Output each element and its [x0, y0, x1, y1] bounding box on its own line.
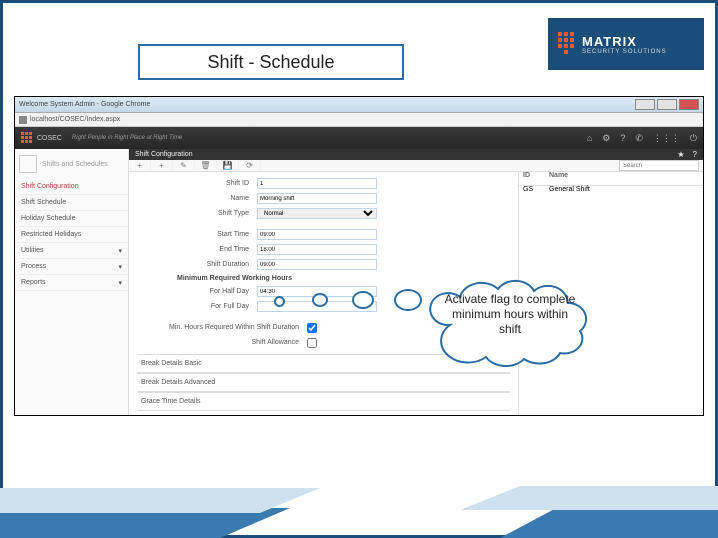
window-title: Welcome System Admin - Google Chrome: [19, 101, 150, 108]
min-hours-flag-checkbox[interactable]: [307, 323, 317, 333]
search-input[interactable]: [619, 160, 699, 171]
window-titlebar: Welcome System Admin - Google Chrome: [15, 97, 703, 113]
help-icon[interactable]: ?: [620, 133, 625, 144]
nav-item-process[interactable]: Process▾: [15, 259, 128, 275]
tagline-text: Right People in Right Place at Right Tim…: [72, 135, 182, 141]
window-maximize-button[interactable]: [657, 99, 677, 110]
grid-icon[interactable]: ⋮⋮⋮: [653, 133, 680, 144]
left-nav: Shifts and Schedules Shift Configuration…: [15, 149, 129, 415]
duration-label: Shift Duration: [137, 261, 257, 268]
end-label: End Time: [137, 246, 257, 253]
edit-button[interactable]: ✎: [173, 161, 195, 170]
end-time-input[interactable]: [257, 244, 377, 255]
flag-label: Min. Hours Required Within Shift Duratio…: [137, 324, 307, 331]
callout-trail-bubble: [274, 296, 285, 307]
half-day-label: For Half Day: [137, 288, 257, 295]
nav-item-shift-schedule[interactable]: Shift Schedule: [15, 195, 128, 211]
nav-item-utilities[interactable]: Utilities▾: [15, 243, 128, 259]
power-icon[interactable]: ⏻: [690, 133, 697, 144]
chevron-down-icon: ▾: [118, 263, 122, 271]
callout: Activate flag to complete minimum hours …: [420, 270, 600, 370]
form-toolbar: + + ✎ 🗑 💾 ⟳: [129, 160, 703, 173]
address-bar[interactable]: localhost/COSEC/Index.aspx: [15, 113, 703, 127]
matrix-mark-icon: [556, 30, 578, 58]
brand-text: COSEC: [37, 135, 62, 142]
col-id[interactable]: ID: [519, 172, 549, 185]
phone-icon[interactable]: ✆: [635, 133, 643, 144]
home-icon[interactable]: ⌂: [587, 133, 592, 144]
app-screenshot: Welcome System Admin - Google Chrome loc…: [14, 96, 704, 416]
nav-item-reports[interactable]: Reports▾: [15, 275, 128, 291]
callout-trail-bubble: [352, 291, 374, 309]
full-day-label: For Full Day: [137, 303, 257, 310]
window-close-button[interactable]: [679, 99, 699, 110]
refresh-button[interactable]: ⟳: [239, 161, 261, 170]
section-grace-time[interactable]: Grace Time Details: [137, 392, 510, 411]
row-id: GS: [519, 186, 549, 200]
chevron-down-icon: ▾: [118, 279, 122, 287]
callout-trail-bubble: [312, 293, 328, 307]
panel-titlebar: Shift Configuration ★ ?: [129, 149, 703, 160]
slide-title: Shift - Schedule: [138, 44, 404, 80]
section-break-advanced[interactable]: Break Details Advanced: [137, 373, 510, 392]
shift-id-label: Shift ID: [137, 180, 257, 187]
module-icon: [19, 155, 37, 173]
col-name[interactable]: Name: [549, 172, 568, 185]
logo-sub-text: SECURITY SOLUTIONS: [582, 49, 667, 55]
shift-allowance-checkbox[interactable]: [307, 338, 317, 348]
star-icon[interactable]: ★: [677, 150, 684, 159]
chevron-down-icon: ▾: [118, 247, 122, 255]
save-button[interactable]: 💾: [217, 161, 239, 170]
nav-item-shift-configuration[interactable]: Shift Configuration: [15, 179, 128, 195]
add2-button[interactable]: +: [151, 161, 173, 170]
app-header: COSEC Right People in Right Place at Rig…: [15, 127, 703, 149]
name-label: Name: [137, 195, 257, 202]
shift-type-select[interactable]: Normal: [257, 208, 377, 219]
row-name: General Shift: [549, 186, 590, 200]
nav-item-holiday-schedule[interactable]: Holiday Schedule: [15, 211, 128, 227]
duration-input[interactable]: [257, 259, 377, 270]
allowance-label: Shift Allowance: [137, 339, 307, 346]
shift-type-label: Shift Type: [137, 210, 257, 217]
matrix-logo: MATRIX SECURITY SOLUTIONS: [548, 18, 704, 70]
nav-item-restricted-holidays[interactable]: Restricted Holidays: [15, 227, 128, 243]
name-input[interactable]: [257, 193, 377, 204]
start-label: Start Time: [137, 231, 257, 238]
list-item[interactable]: GS General Shift: [519, 186, 703, 200]
help-small-icon[interactable]: ?: [693, 150, 697, 159]
callout-trail-bubble: [394, 289, 422, 311]
delete-button[interactable]: 🗑: [195, 161, 217, 170]
gear-icon[interactable]: ⚙: [602, 133, 610, 144]
panel-title: Shift Configuration: [135, 151, 193, 158]
callout-text: Activate flag to complete minimum hours …: [440, 292, 580, 337]
window-minimize-button[interactable]: [635, 99, 655, 110]
start-time-input[interactable]: [257, 229, 377, 240]
add-button[interactable]: +: [129, 161, 151, 170]
url-text: localhost/COSEC/Index.aspx: [30, 116, 120, 123]
window-controls: [635, 99, 699, 110]
shift-id-input[interactable]: [257, 178, 377, 189]
brand-icon: [21, 132, 33, 144]
logo-main-text: MATRIX: [582, 34, 667, 49]
favicon-icon: [19, 116, 27, 124]
nav-header-text: Shifts and Schedules: [42, 161, 108, 168]
